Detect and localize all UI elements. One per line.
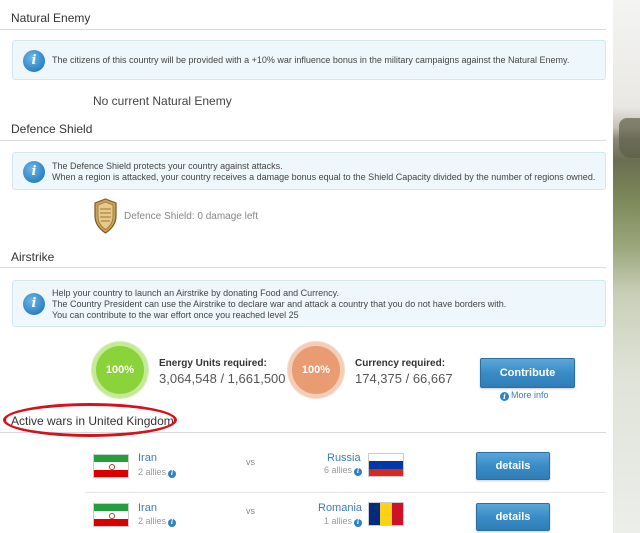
natural-enemy-info-box: i The citizens of this country will be p… xyxy=(12,40,606,80)
currency-progress-percent: 100% xyxy=(301,364,331,376)
section-divider xyxy=(0,267,606,268)
shield-icon xyxy=(94,198,117,234)
info-icon: i xyxy=(500,392,509,401)
iran-flag-icon xyxy=(93,454,129,478)
section-divider xyxy=(0,140,606,141)
vs-label: vs xyxy=(246,457,255,467)
defence-shield-info-box: i The Defence Shield protects your count… xyxy=(12,152,606,190)
airstrike-info-line2: The Country President can use the Airstr… xyxy=(52,299,507,309)
vs-label: vs xyxy=(246,506,255,516)
info-icon: i xyxy=(23,50,45,72)
energy-required-value: 3,064,548 / 1,661,500 xyxy=(159,371,286,386)
war-details-button[interactable]: details xyxy=(476,452,550,480)
defence-shield-info-line2: When a region is attacked, your country … xyxy=(52,172,596,182)
more-info-label: More info xyxy=(511,390,549,400)
defence-shield-status: Defence Shield: 0 damage left xyxy=(124,211,258,222)
attacker-allies-count: 2 allies xyxy=(138,467,167,477)
natural-enemy-title: Natural Enemy xyxy=(11,11,91,25)
airstrike-title: Airstrike xyxy=(11,250,55,264)
natural-enemy-status: No current Natural Enemy xyxy=(93,94,232,108)
info-icon: i xyxy=(23,293,45,315)
country-military-panel: Natural Enemy i The citizens of this cou… xyxy=(0,0,613,533)
contribute-button[interactable]: Contribute xyxy=(480,358,575,388)
natural-enemy-info-text: The citizens of this country will be pro… xyxy=(52,55,570,65)
war-row: Iran 2 allies i vs Russia 6 allies i detai… xyxy=(85,446,606,490)
defender-allies-count: 1 allies xyxy=(324,516,353,526)
info-icon: i xyxy=(354,519,363,527)
attacker-allies[interactable]: 2 allies i xyxy=(138,467,177,478)
currency-progress-circle: 100% xyxy=(288,342,344,398)
airstrike-info-line3: You can contribute to the war effort onc… xyxy=(52,310,299,320)
defence-shield-title: Defence Shield xyxy=(11,122,93,136)
war-details-button[interactable]: details xyxy=(476,503,550,531)
background-rock xyxy=(619,118,640,158)
defence-shield-info-line1: The Defence Shield protects your country… xyxy=(52,161,283,171)
romania-flag-icon xyxy=(368,502,404,526)
defender-allies-count: 6 allies xyxy=(324,465,353,475)
defender-allies[interactable]: 6 allies i xyxy=(324,465,363,476)
info-icon: i xyxy=(354,468,363,476)
highlight-annotation xyxy=(3,403,177,437)
energy-required-label: Energy Units required: xyxy=(159,358,267,369)
section-divider xyxy=(0,29,606,30)
attacker-country-link[interactable]: Iran xyxy=(138,452,157,464)
russia-flag-icon xyxy=(368,453,404,477)
info-icon: i xyxy=(168,470,177,478)
more-info-link[interactable]: i More info xyxy=(500,390,549,401)
energy-progress-percent: 100% xyxy=(105,364,135,376)
war-row: Iran 2 allies i vs Romania 1 allies i deta… xyxy=(85,492,606,533)
defender-allies[interactable]: 1 allies i xyxy=(324,516,363,527)
iran-flag-icon xyxy=(93,503,129,527)
defender-country-link[interactable]: Russia xyxy=(327,452,361,464)
attacker-allies-count: 2 allies xyxy=(138,516,167,526)
defender-country-link[interactable]: Romania xyxy=(318,502,362,514)
energy-progress-circle: 100% xyxy=(92,342,148,398)
attacker-country-link[interactable]: Iran xyxy=(138,502,157,514)
airstrike-info-line1: Help your country to launch an Airstrike… xyxy=(52,288,339,298)
currency-required-label: Currency required: xyxy=(355,358,446,369)
info-icon: i xyxy=(168,519,177,527)
currency-required-value: 174,375 / 66,667 xyxy=(355,371,453,386)
info-icon: i xyxy=(23,161,45,183)
airstrike-info-box: i Help your country to launch an Airstri… xyxy=(12,280,606,327)
attacker-allies[interactable]: 2 allies i xyxy=(138,516,177,527)
background-landscape xyxy=(613,0,640,533)
